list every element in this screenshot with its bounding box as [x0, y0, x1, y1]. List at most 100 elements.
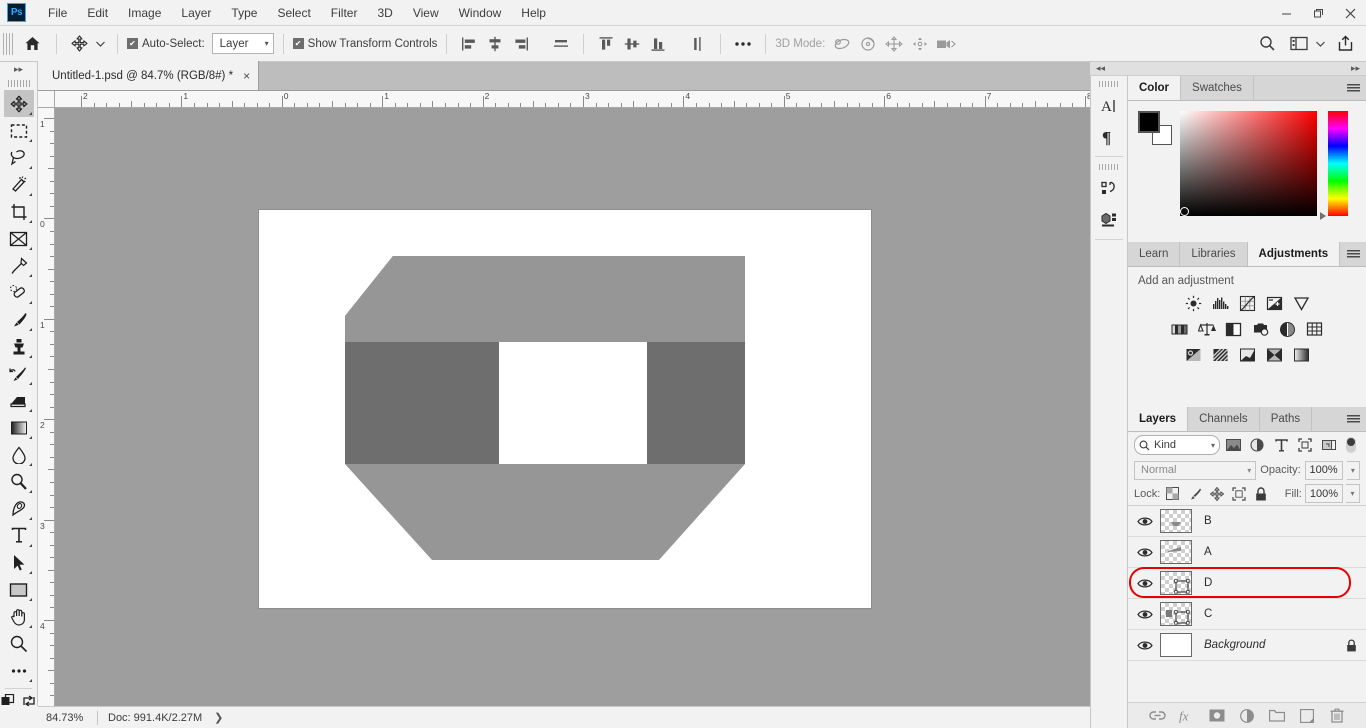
- restore-button[interactable]: [1302, 0, 1334, 26]
- lock-artboard-nesting-icon[interactable]: [1229, 484, 1248, 503]
- timeline-panel-icon[interactable]: [1094, 174, 1124, 204]
- pan-3d-icon[interactable]: [881, 32, 907, 56]
- smart-object-filter-icon[interactable]: [1318, 434, 1340, 456]
- levels-icon[interactable]: [1209, 293, 1231, 313]
- path-selection-tool[interactable]: [4, 549, 34, 576]
- selective-color-icon[interactable]: [1263, 345, 1285, 365]
- tab-channels[interactable]: Channels: [1188, 407, 1260, 431]
- channel-mixer-icon[interactable]: [1277, 319, 1299, 339]
- rectangle-tool[interactable]: [4, 576, 34, 603]
- history-brush-tool[interactable]: [4, 360, 34, 387]
- toolbar-collapse-icon[interactable]: ▸▸: [0, 62, 37, 76]
- layer-thumbnail[interactable]: [1160, 633, 1192, 657]
- rail-grip-1[interactable]: [1091, 78, 1127, 90]
- lock-position-icon[interactable]: [1207, 484, 1226, 503]
- quick-selection-tool[interactable]: [4, 171, 34, 198]
- tab-adjustments[interactable]: Adjustments: [1247, 242, 1341, 266]
- layer-visibility-toggle[interactable]: [1132, 640, 1158, 651]
- align-top-edges-icon[interactable]: [593, 32, 619, 56]
- share-icon[interactable]: [1332, 32, 1358, 56]
- workspace-icon[interactable]: [1286, 32, 1312, 56]
- search-icon[interactable]: [1254, 32, 1280, 56]
- table-row[interactable]: A: [1128, 537, 1366, 568]
- tab-paths[interactable]: Paths: [1259, 407, 1313, 431]
- distribute-horizontally-icon[interactable]: [548, 32, 574, 56]
- lock-image-pixels-icon[interactable]: [1185, 484, 1204, 503]
- distribute-vertically-icon[interactable]: [685, 32, 711, 56]
- fill-value[interactable]: 100%: [1304, 484, 1343, 503]
- horizontal-ruler[interactable]: 21012345678: [55, 91, 1090, 108]
- hue-slider-handle[interactable]: [1320, 212, 1326, 220]
- hue-saturation-icon[interactable]: [1169, 319, 1191, 339]
- fill-stepper-icon[interactable]: ▾: [1346, 484, 1360, 503]
- menu-edit[interactable]: Edit: [77, 3, 118, 23]
- 3d-panel-icon[interactable]: [1094, 205, 1124, 235]
- gradient-map-icon[interactable]: [1290, 345, 1312, 365]
- orbit-3d-icon[interactable]: [829, 32, 855, 56]
- layer-name[interactable]: A: [1204, 546, 1212, 558]
- lasso-tool[interactable]: [4, 144, 34, 171]
- type-layers-filter-icon[interactable]: [1270, 434, 1292, 456]
- toolbar-grip[interactable]: [0, 76, 37, 90]
- tab-swatches[interactable]: Swatches: [1181, 76, 1254, 100]
- blur-tool[interactable]: [4, 441, 34, 468]
- filter-enable-toggle[interactable]: [1344, 435, 1358, 455]
- slide-3d-icon[interactable]: [907, 32, 933, 56]
- layer-name[interactable]: Background: [1204, 639, 1265, 651]
- horizontal-type-tool[interactable]: [4, 522, 34, 549]
- tab-layers[interactable]: Layers: [1128, 407, 1189, 431]
- auto-select-checkbox[interactable]: [127, 38, 138, 49]
- crop-tool[interactable]: [4, 198, 34, 225]
- tab-color[interactable]: Color: [1128, 76, 1182, 100]
- color-balance-icon[interactable]: [1196, 319, 1218, 339]
- artboard[interactable]: [259, 210, 871, 608]
- ruler-origin-corner[interactable]: [38, 91, 55, 108]
- opacity-value[interactable]: 100%: [1304, 460, 1343, 480]
- layer-thumbnail[interactable]: [1160, 571, 1192, 595]
- tool-preset-chevron-down-icon[interactable]: [92, 32, 108, 56]
- layer-kind-filter[interactable]: Kind ▾: [1134, 435, 1220, 455]
- layers-panel-menu-icon[interactable]: [1340, 407, 1366, 432]
- options-bar-grip[interactable]: [3, 32, 13, 55]
- vibrance-icon[interactable]: [1290, 293, 1312, 313]
- menu-file[interactable]: File: [38, 3, 77, 23]
- menu-window[interactable]: Window: [449, 3, 512, 23]
- align-bottom-edges-icon[interactable]: [645, 32, 671, 56]
- layer-thumbnail[interactable]: [1160, 602, 1192, 626]
- layer-visibility-toggle[interactable]: [1132, 609, 1158, 620]
- menu-help[interactable]: Help: [511, 3, 556, 23]
- black-white-icon[interactable]: [1223, 319, 1245, 339]
- gradient-tool[interactable]: [4, 414, 34, 441]
- color-lookup-icon[interactable]: [1304, 319, 1326, 339]
- delete-layer-icon[interactable]: [1328, 707, 1346, 725]
- roll-3d-icon[interactable]: [855, 32, 881, 56]
- auto-select-scope-dropdown[interactable]: Layer ▾: [211, 33, 274, 54]
- menu-image[interactable]: Image: [118, 3, 171, 23]
- zoom-tool[interactable]: [4, 630, 34, 657]
- color-swatch-pair[interactable]: [1138, 111, 1172, 145]
- foreground-color-swatch[interactable]: [1138, 111, 1160, 133]
- chevron-right-icon[interactable]: ❯: [214, 711, 223, 724]
- new-layer-icon[interactable]: [1298, 707, 1316, 725]
- shape-layers-filter-icon[interactable]: [1294, 434, 1316, 456]
- menu-layer[interactable]: Layer: [171, 3, 221, 23]
- layer-name[interactable]: D: [1204, 577, 1212, 589]
- layer-visibility-toggle[interactable]: [1132, 516, 1158, 527]
- link-layers-icon[interactable]: [1148, 707, 1166, 725]
- align-horizontal-centers-icon[interactable]: [482, 32, 508, 56]
- chevron-down-icon[interactable]: [1312, 32, 1328, 56]
- frame-tool[interactable]: [4, 225, 34, 252]
- layer-visibility-toggle[interactable]: [1132, 547, 1158, 558]
- layer-thumbnail[interactable]: [1160, 509, 1192, 533]
- align-right-edges-icon[interactable]: [508, 32, 534, 56]
- document-tab[interactable]: Untitled-1.psd @ 84.7% (RGB/8#) * ×: [38, 61, 260, 90]
- layer-visibility-toggle[interactable]: [1132, 578, 1158, 589]
- eyedropper-tool[interactable]: [4, 252, 34, 279]
- dodge-tool[interactable]: [4, 468, 34, 495]
- layer-name[interactable]: C: [1204, 608, 1212, 620]
- menu-type[interactable]: Type: [221, 3, 267, 23]
- tab-learn[interactable]: Learn: [1128, 242, 1181, 266]
- blend-mode-dropdown[interactable]: Normal ▾: [1134, 460, 1257, 480]
- clone-stamp-tool[interactable]: [4, 333, 34, 360]
- hue-slider[interactable]: [1320, 111, 1348, 220]
